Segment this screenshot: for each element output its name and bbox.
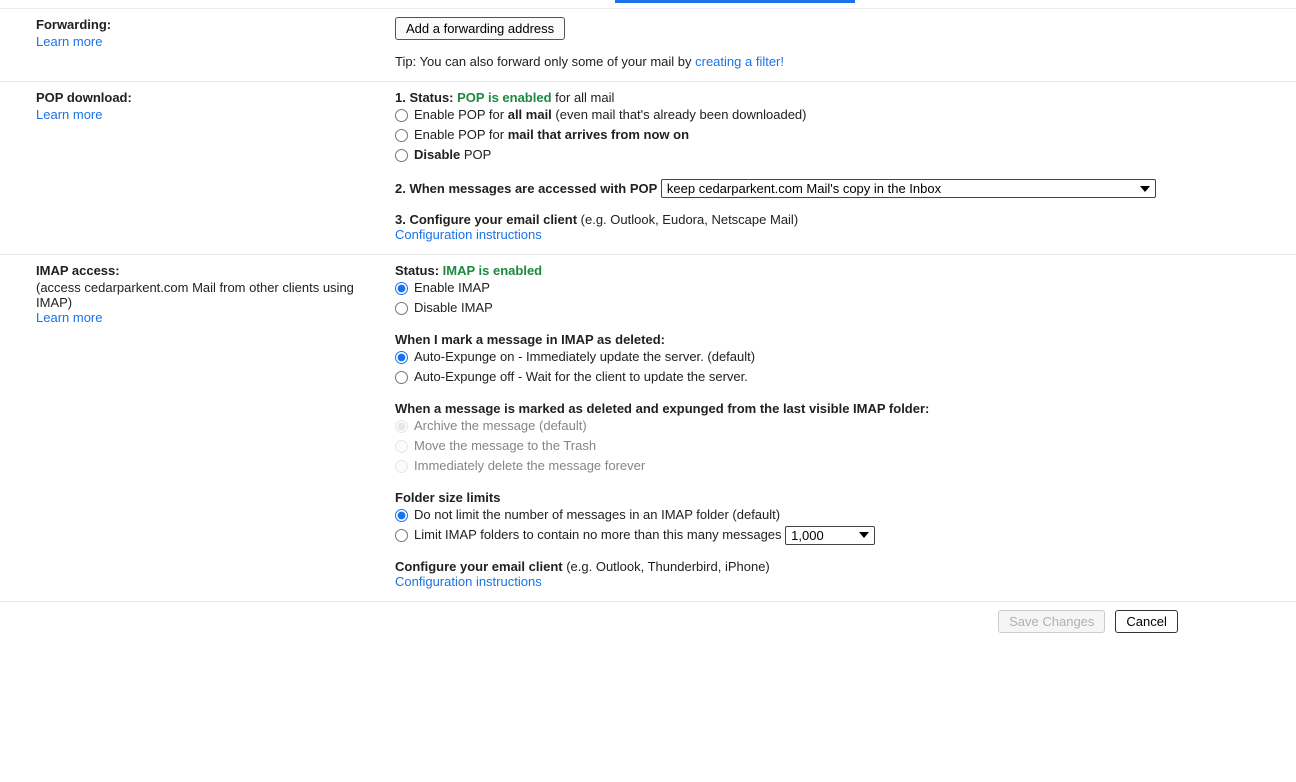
forwarding-tip: Tip: You can also forward only some of y… [395, 54, 1286, 69]
pop-enable-all-label: Enable POP for all mail (even mail that'… [414, 105, 807, 125]
save-changes-button: Save Changes [998, 610, 1105, 633]
footer: Save Changes Cancel [0, 602, 1296, 641]
pop-status-line: 1. Status: POP is enabled for all mail [395, 90, 1286, 105]
pop-disable-radio[interactable] [395, 149, 408, 162]
imap-title: IMAP access: [36, 263, 385, 278]
imap-expunged-header: When a message is marked as deleted and … [395, 401, 929, 416]
imap-folder-limit-select[interactable]: 1,000 [785, 526, 875, 545]
imap-deleted-header: When I mark a message in IMAP as deleted… [395, 332, 665, 347]
imap-expunge-off-radio[interactable] [395, 371, 408, 384]
imap-archive-radio [395, 420, 408, 433]
imap-trash-radio [395, 440, 408, 453]
pop-disable-label: Disable POP [414, 145, 491, 165]
pop-configure-line: 3. Configure your email client (e.g. Out… [395, 212, 1286, 227]
imap-configure-line: Configure your email client (e.g. Outloo… [395, 559, 1286, 574]
imap-expunge-off-label: Auto-Expunge off - Wait for the client t… [414, 367, 748, 387]
pop-accessed-line: 2. When messages are accessed with POP k… [395, 179, 1286, 198]
creating-filter-link[interactable]: creating a filter! [695, 54, 784, 69]
imap-disable-radio[interactable] [395, 302, 408, 315]
forwarding-title: Forwarding: [36, 17, 385, 32]
imap-folder-limit-radio[interactable] [395, 529, 408, 542]
imap-expunge-on-radio[interactable] [395, 351, 408, 364]
pop-section: POP download: Learn more 1. Status: POP … [0, 82, 1296, 255]
imap-delete-forever-label: Immediately delete the message forever [414, 456, 645, 476]
cancel-button[interactable]: Cancel [1115, 610, 1177, 633]
pop-enable-now-radio[interactable] [395, 129, 408, 142]
imap-folder-nolimit-radio[interactable] [395, 509, 408, 522]
imap-enable-radio[interactable] [395, 282, 408, 295]
imap-disable-label: Disable IMAP [414, 298, 493, 318]
pop-learn-more-link[interactable]: Learn more [36, 107, 102, 122]
imap-status-line: Status: IMAP is enabled [395, 263, 1286, 278]
imap-enable-label: Enable IMAP [414, 278, 490, 298]
imap-section: IMAP access: (access cedarparkent.com Ma… [0, 255, 1296, 602]
imap-trash-label: Move the message to the Trash [414, 436, 596, 456]
forwarding-learn-more-link[interactable]: Learn more [36, 34, 102, 49]
pop-action-select[interactable]: keep cedarparkent.com Mail's copy in the… [661, 179, 1156, 198]
imap-folder-header: Folder size limits [395, 490, 500, 505]
pop-title: POP download: [36, 90, 385, 105]
imap-folder-nolimit-label: Do not limit the number of messages in a… [414, 505, 780, 525]
imap-expunge-on-label: Auto-Expunge on - Immediately update the… [414, 347, 755, 367]
pop-enable-now-label: Enable POP for mail that arrives from no… [414, 125, 689, 145]
imap-folder-limit-label: Limit IMAP folders to contain no more th… [414, 525, 782, 545]
forwarding-section: Forwarding: Learn more Add a forwarding … [0, 9, 1296, 82]
imap-learn-more-link[interactable]: Learn more [36, 310, 102, 325]
pop-enable-all-radio[interactable] [395, 109, 408, 122]
imap-delete-forever-radio [395, 460, 408, 473]
pop-config-instructions-link[interactable]: Configuration instructions [395, 227, 542, 242]
imap-archive-label: Archive the message (default) [414, 416, 587, 436]
add-forwarding-address-button[interactable]: Add a forwarding address [395, 17, 565, 40]
imap-config-instructions-link[interactable]: Configuration instructions [395, 574, 542, 589]
imap-subtitle: (access cedarparkent.com Mail from other… [36, 280, 385, 310]
